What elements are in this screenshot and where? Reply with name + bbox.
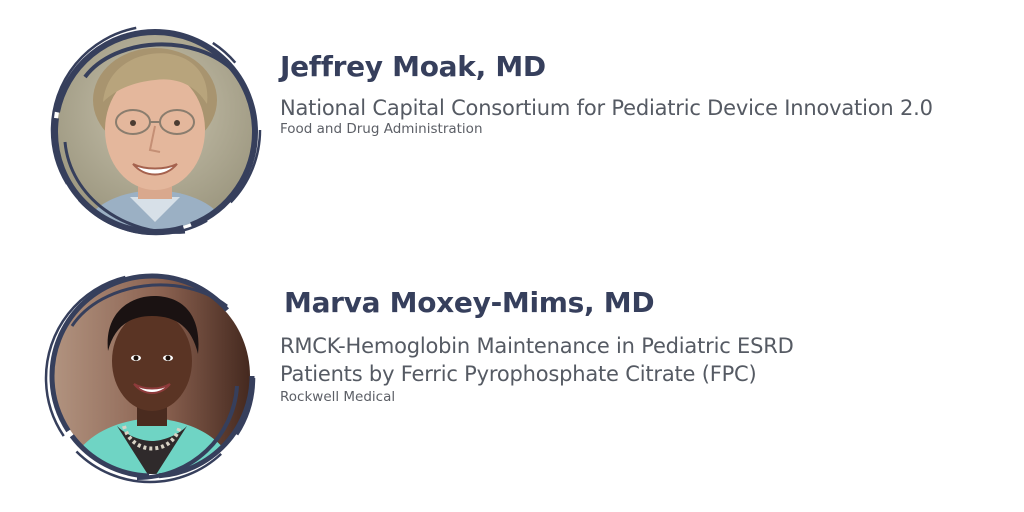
speaker-project-line-2: Patients by Ferric Pyrophosphate Citrate… bbox=[280, 362, 757, 386]
speaker-card-2: Marva Moxey-Mims, MD RMCK-Hemoglobin Mai… bbox=[0, 256, 1024, 512]
speaker-project-line-1: RMCK-Hemoglobin Maintenance in Pediatric… bbox=[280, 334, 794, 358]
speaker-photo-2 bbox=[42, 266, 262, 486]
headshot-woman-teal-jacket-image bbox=[44, 272, 256, 484]
speaker-name: Marva Moxey-Mims, MD bbox=[284, 286, 655, 319]
speaker-organization: Food and Drug Administration bbox=[280, 121, 483, 137]
speaker-info-2: Marva Moxey-Mims, MD RMCK-Hemoglobin Mai… bbox=[280, 286, 794, 406]
speaker-photo-1 bbox=[45, 22, 265, 242]
speaker-name: Jeffrey Moak, MD bbox=[280, 50, 546, 83]
speaker-info-1: Jeffrey Moak, MD National Capital Consor… bbox=[280, 50, 933, 138]
speaker-project: National Capital Consortium for Pediatri… bbox=[280, 96, 933, 120]
speaker-organization: Rockwell Medical bbox=[280, 389, 396, 405]
speaker-card-1: Jeffrey Moak, MD National Capital Consor… bbox=[0, 0, 1024, 256]
headshot-man-glasses-image bbox=[50, 24, 262, 236]
